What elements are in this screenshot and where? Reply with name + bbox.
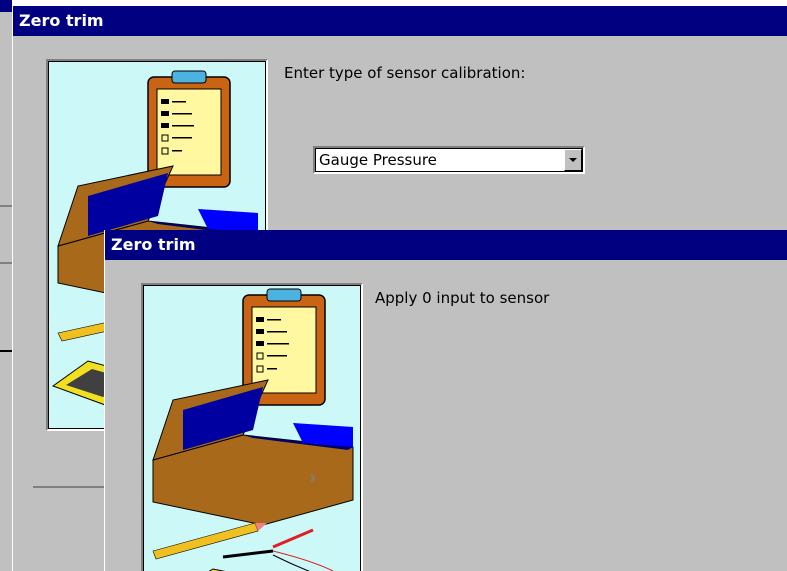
background-window-line — [0, 350, 12, 352]
window-title: Zero trim — [105, 230, 787, 260]
background-window-line — [0, 262, 12, 264]
background-window-line — [0, 205, 12, 207]
calibration-type-value: Gauge Pressure — [319, 151, 437, 169]
instruction-text: Apply 0 input to sensor — [375, 289, 550, 307]
background-window-strip — [0, 0, 12, 12]
wizard-picture — [141, 283, 363, 571]
calibration-type-select[interactable]: Gauge Pressure — [313, 146, 585, 174]
toolbox-clipboard-illustration — [152, 288, 354, 571]
zero-trim-window-front: Zero trim Apply 0 input to sensor — [104, 230, 787, 571]
dropdown-button[interactable] — [564, 149, 582, 171]
background-window-edge — [0, 0, 12, 571]
chevron-down-icon — [569, 158, 577, 162]
calibration-prompt: Enter type of sensor calibration: — [284, 64, 526, 82]
window-title: Zero trim — [13, 6, 787, 36]
